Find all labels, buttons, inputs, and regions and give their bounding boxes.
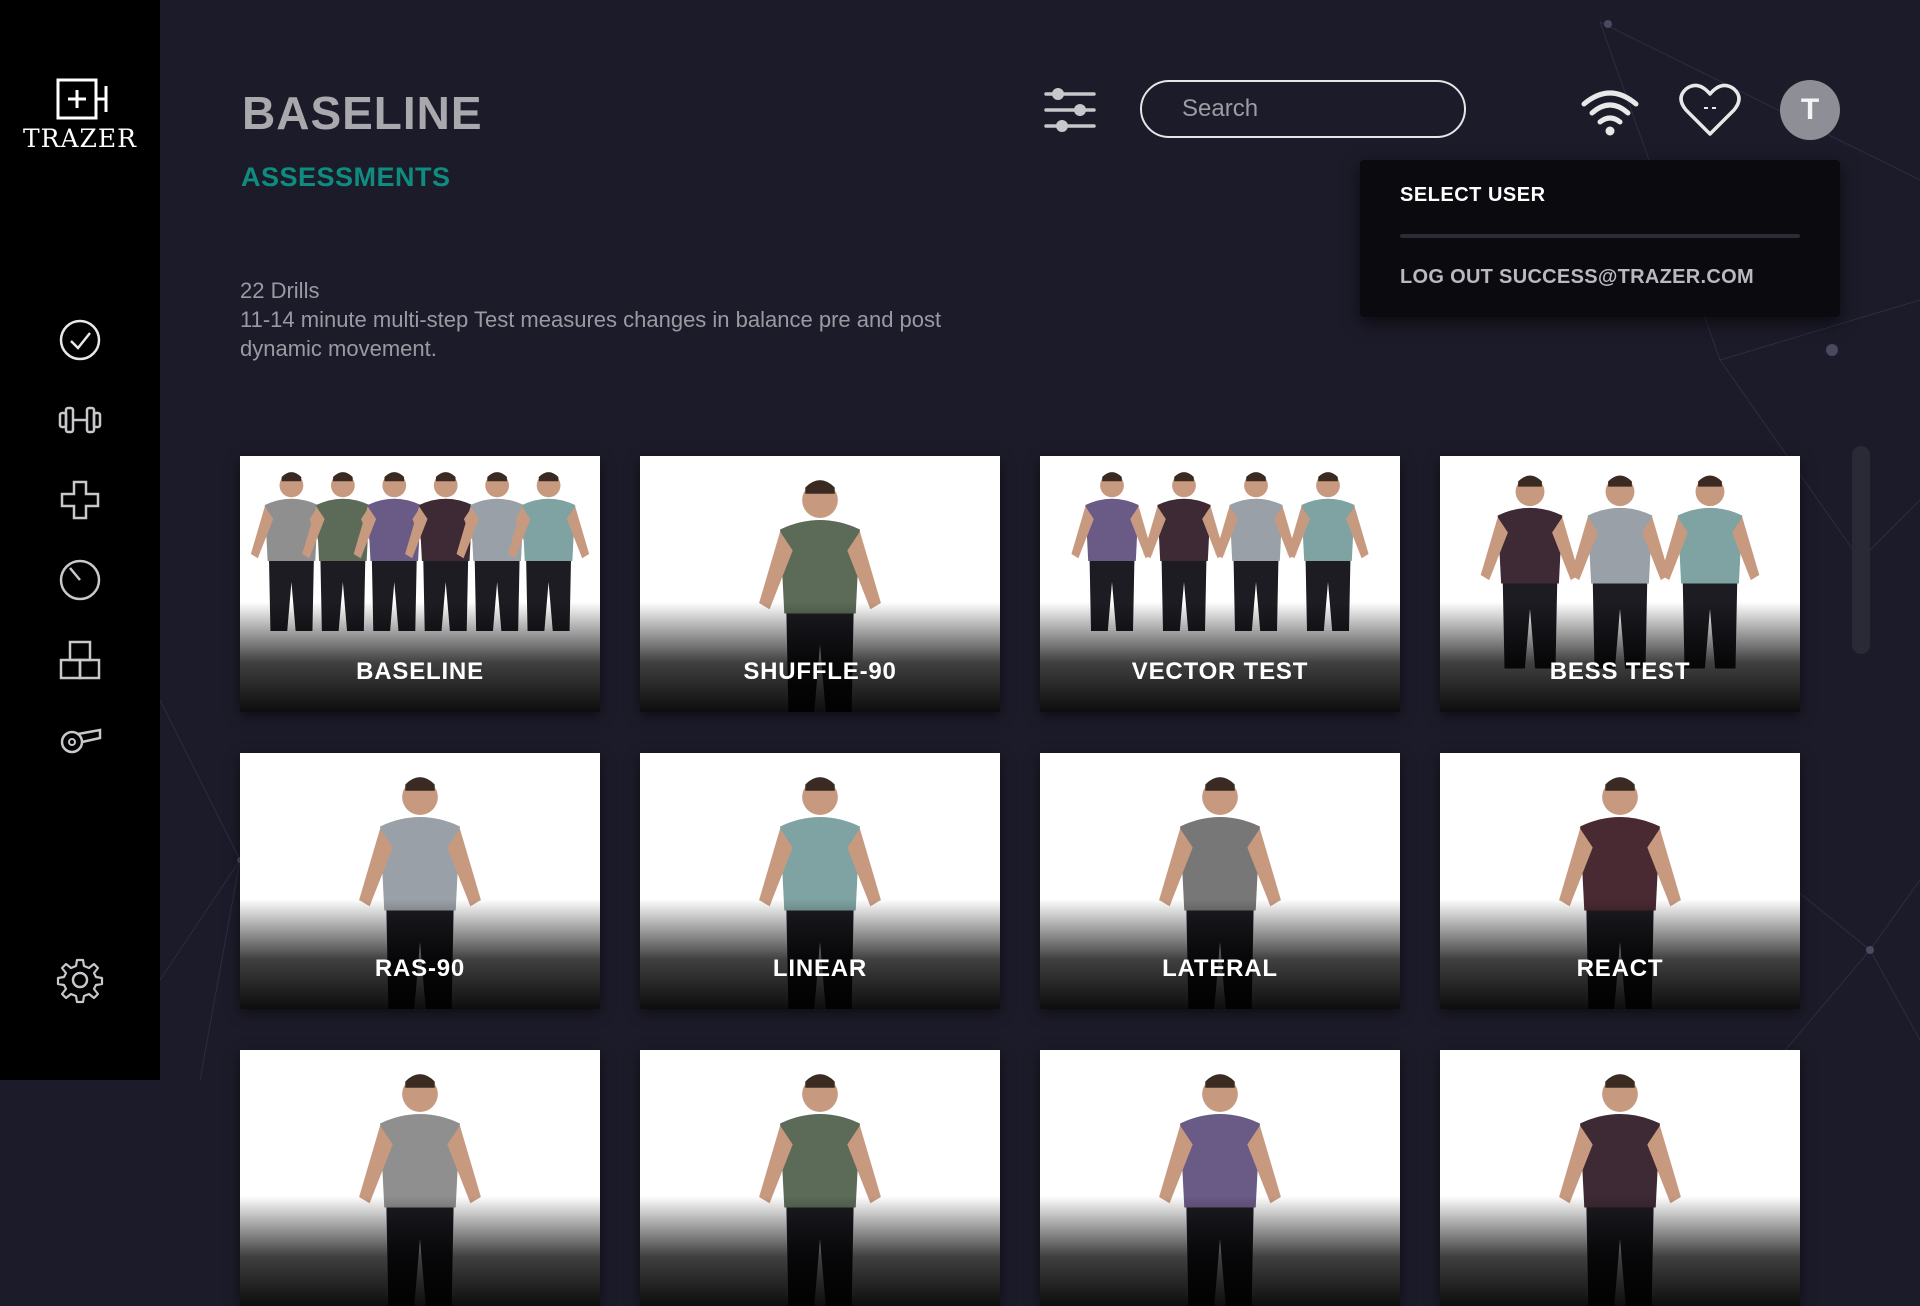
- drill-card-label: SHUFFLE-90: [743, 658, 897, 685]
- card-gradient: [1040, 602, 1400, 712]
- blocks-icon: [59, 640, 101, 680]
- scrollbar-thumb[interactable]: [1852, 446, 1870, 654]
- drill-card-label: LINEAR: [772, 955, 868, 982]
- wifi-status: [1578, 86, 1642, 138]
- timer-icon: [59, 559, 101, 601]
- check-circle-icon: [59, 319, 101, 361]
- drill-card[interactable]: REACT: [1440, 753, 1800, 1009]
- card-gradient: [240, 899, 600, 1009]
- sidebar-item-timer[interactable]: [56, 556, 104, 604]
- drill-card[interactable]: [640, 1050, 1000, 1306]
- card-gradient: [1440, 1196, 1800, 1306]
- sidebar-item-settings[interactable]: [56, 956, 104, 1004]
- card-gradient: [640, 1196, 1000, 1306]
- card-gradient: [240, 602, 600, 712]
- sidebar-item-training[interactable]: [56, 396, 104, 444]
- card-gradient: [640, 602, 1000, 712]
- drill-card[interactable]: LATERAL: [1040, 753, 1400, 1009]
- wifi-icon: [1581, 90, 1639, 136]
- user-menu-dropdown: SELECT USER LOG OUT SUCCESS@TRAZER.COM: [1360, 160, 1840, 317]
- sidebar-item-programs[interactable]: [56, 636, 104, 684]
- avatar[interactable]: T: [1780, 80, 1840, 140]
- sidebar-item-coach[interactable]: [56, 716, 104, 764]
- medical-cross-icon: [60, 480, 100, 520]
- drill-card[interactable]: VECTOR TEST: [1040, 456, 1400, 712]
- drill-card[interactable]: LINEAR: [640, 753, 1000, 1009]
- drill-card[interactable]: RAS-90: [240, 753, 600, 1009]
- sidebar: TRAZER: [0, 0, 160, 1080]
- page-title: BASELINE: [242, 87, 483, 139]
- sidebar-item-assessments[interactable]: [56, 316, 104, 364]
- logout-option[interactable]: LOG OUT SUCCESS@TRAZER.COM: [1400, 266, 1754, 289]
- heart-icon: [1679, 83, 1741, 136]
- drill-description: 22 Drills 11-14 minute multi-step Test m…: [240, 276, 960, 363]
- menu-divider: [1400, 234, 1800, 238]
- card-gradient: [1440, 899, 1800, 1009]
- drill-card-label: BESS TEST: [1549, 658, 1691, 685]
- whistle-icon: [60, 728, 102, 754]
- select-user-option[interactable]: SELECT USER: [1400, 184, 1546, 207]
- card-gradient: [640, 899, 1000, 1009]
- gear-icon: [56, 958, 104, 1004]
- card-gradient: [1040, 1196, 1400, 1306]
- drill-card[interactable]: SHUFFLE-90: [640, 456, 1000, 712]
- sliders-icon: [1044, 88, 1096, 132]
- filter-button[interactable]: [1042, 86, 1098, 136]
- search-input[interactable]: [1180, 94, 1426, 124]
- brand-name: TRAZER: [23, 124, 137, 153]
- trazer-logo[interactable]: TRAZER: [22, 78, 138, 164]
- search-box[interactable]: [1140, 80, 1466, 138]
- dumbbell-icon: [58, 406, 102, 434]
- card-gradient: [1040, 899, 1400, 1009]
- sidebar-item-rehab[interactable]: [56, 476, 104, 524]
- drill-card-label: RAS-90: [374, 955, 466, 982]
- drill-card-label: VECTOR TEST: [1131, 658, 1309, 685]
- drill-summary: 11-14 minute multi-step Test measures ch…: [240, 307, 942, 361]
- drill-card[interactable]: BASELINE: [240, 456, 600, 712]
- drill-card[interactable]: [1440, 1050, 1800, 1306]
- drill-card-label: REACT: [1576, 955, 1664, 982]
- drill-card[interactable]: BESS TEST: [1440, 456, 1800, 712]
- page-subtitle: ASSESSMENTS: [241, 162, 451, 192]
- drill-card-label: BASELINE: [356, 658, 484, 685]
- card-gradient: [1440, 602, 1800, 712]
- favorites-button[interactable]: [1678, 80, 1742, 140]
- card-gradient: [240, 1196, 600, 1306]
- drill-count: 22 Drills: [240, 278, 320, 303]
- drill-card[interactable]: [240, 1050, 600, 1306]
- drill-card[interactable]: [1040, 1050, 1400, 1306]
- trazer-logo-mark-icon: [56, 78, 108, 120]
- drill-card-label: LATERAL: [1162, 955, 1278, 982]
